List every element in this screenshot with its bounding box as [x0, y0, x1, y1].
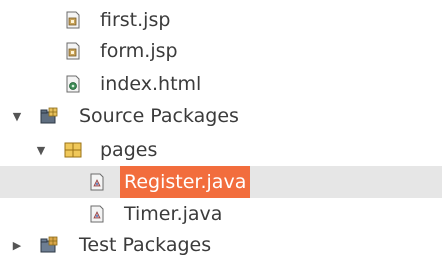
tree-item-register-java[interactable]: Register.java: [0, 166, 442, 198]
tree-item-label: Source Packages: [79, 105, 239, 127]
tree-item-label: form.jsp: [100, 40, 178, 62]
tree-item-index-html[interactable]: index.html: [0, 68, 442, 100]
tree-item-timer-java[interactable]: Timer.java: [0, 198, 442, 230]
package-icon: [64, 141, 82, 159]
tree-item-label: first.jsp: [100, 9, 171, 31]
jsp-file-icon: [64, 11, 82, 29]
tree-item-label: Timer.java: [124, 203, 223, 225]
tree-item-first-jsp[interactable]: first.jsp: [0, 4, 442, 36]
tree-item-label: Test Packages: [79, 234, 212, 256]
tree-item-label: pages: [100, 139, 158, 161]
tree-item-label: index.html: [100, 73, 202, 95]
html-file-icon: [64, 75, 82, 93]
tree-item-test-packages[interactable]: ▶ Test Packages: [0, 229, 442, 261]
test-packages-icon: [40, 236, 58, 254]
source-packages-icon: [40, 107, 58, 125]
java-file-icon: [88, 173, 106, 191]
tree-item-source-packages[interactable]: ▼ Source Packages: [0, 100, 442, 132]
expand-arrow-icon[interactable]: ▼: [34, 134, 48, 166]
tree-item-pages[interactable]: ▼ pages: [0, 134, 442, 166]
collapse-arrow-icon[interactable]: ▶: [10, 229, 24, 261]
jsp-file-icon: [64, 42, 82, 60]
tree-item-label: Register.java: [120, 166, 251, 198]
java-file-icon: [88, 205, 106, 223]
expand-arrow-icon[interactable]: ▼: [10, 100, 24, 132]
tree-item-form-jsp[interactable]: form.jsp: [0, 35, 442, 67]
